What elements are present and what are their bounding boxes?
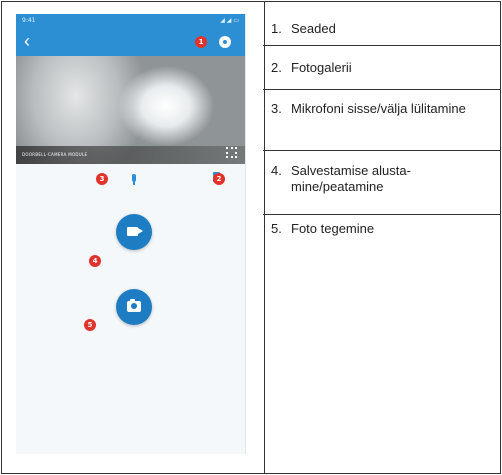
callout-marker-3: 3 <box>96 173 108 185</box>
legend-text: Mikrofoni sisse/välja lülitamine <box>291 101 466 116</box>
legend-text: Fotogalerii <box>291 60 352 75</box>
microphone-icon[interactable] <box>132 174 136 185</box>
callout-marker-2: 2 <box>213 173 225 185</box>
video-record-icon <box>127 227 143 236</box>
legend-item: 5. Foto tegemine <box>263 215 500 255</box>
status-bar: 9:41 ◢ ◢ ▭ <box>16 14 245 28</box>
controls-area <box>16 164 245 454</box>
record-video-button[interactable] <box>116 214 152 250</box>
callout-marker-5: 5 <box>84 319 96 331</box>
legend-item: 4. Salvestamise alusta-mine/peatamine <box>263 151 500 215</box>
status-icons: ◢ ◢ ▭ <box>220 17 239 24</box>
back-icon[interactable]: ‹ <box>24 30 30 52</box>
legend-item: 3. Mikrofoni sisse/välja lülitamine <box>263 90 500 151</box>
legend-text: Salvestamise alusta-mine/peatamine <box>291 163 411 194</box>
callout-marker-1: 1 <box>195 36 207 48</box>
legend-text: Foto tegemine <box>291 221 375 236</box>
legend-item: 1. Seaded <box>263 12 500 46</box>
legend-text: Seaded <box>291 21 336 36</box>
fullscreen-icon[interactable] <box>226 147 237 158</box>
camera-label: DOORBELL-CAMERA MODULE <box>22 152 88 157</box>
legend-number: 2. <box>271 60 282 75</box>
settings-gear-icon[interactable] <box>219 36 231 48</box>
callout-marker-4: 4 <box>89 255 101 267</box>
legend-number: 3. <box>271 101 282 116</box>
legend-number: 5. <box>271 221 282 236</box>
camera-video-view[interactable]: DOORBELL-CAMERA MODULE <box>16 56 245 164</box>
legend-number: 4. <box>271 163 282 178</box>
legend-item: 2. Fotogalerii <box>263 46 500 90</box>
photo-camera-icon <box>127 299 141 312</box>
status-time: 9:41 <box>22 17 36 24</box>
take-photo-button[interactable] <box>116 289 152 325</box>
legend-number: 1. <box>271 21 282 36</box>
app-bar: ‹ <box>16 28 245 56</box>
phone-screenshot: 9:41 ◢ ◢ ▭ ‹ DOORBELL-CAMERA MODULE <box>16 14 246 454</box>
